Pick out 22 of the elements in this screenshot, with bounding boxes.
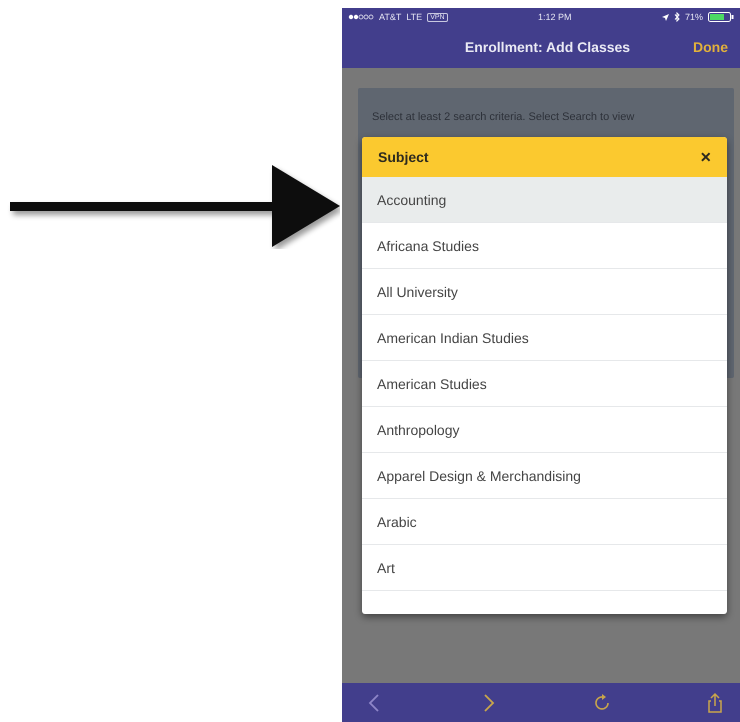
done-button[interactable]: Done: [693, 39, 728, 55]
subject-option[interactable]: American Studies: [362, 361, 727, 407]
subject-option[interactable]: All University: [362, 269, 727, 315]
bluetooth-icon: [674, 12, 680, 22]
instructions-text: Select at least 2 search criteria. Select Search to view: [372, 111, 634, 123]
battery-percent: 71%: [685, 12, 704, 22]
picker-title: Subject: [378, 149, 429, 165]
clock: 1:12 PM: [538, 12, 572, 22]
subject-option[interactable]: Apparel Design & Merchandising: [362, 453, 727, 499]
subject-option[interactable]: Accounting: [362, 177, 727, 223]
subject-option[interactable]: American Indian Studies: [362, 315, 727, 361]
subject-option[interactable]: Africana Studies: [362, 223, 727, 269]
subject-option[interactable]: Anthropology: [362, 407, 727, 453]
signal-icon: [348, 14, 374, 20]
network-type: LTE: [406, 12, 422, 22]
screen-title: Enrollment: Add Classes: [464, 39, 632, 55]
subject-option[interactable]: Arabic: [362, 499, 727, 545]
subject-option[interactable]: Art: [362, 545, 727, 591]
location-icon: [662, 14, 669, 20]
close-button[interactable]: ×: [700, 148, 711, 166]
battery-icon: [708, 12, 734, 22]
carrier-name: AT&T: [379, 12, 402, 22]
